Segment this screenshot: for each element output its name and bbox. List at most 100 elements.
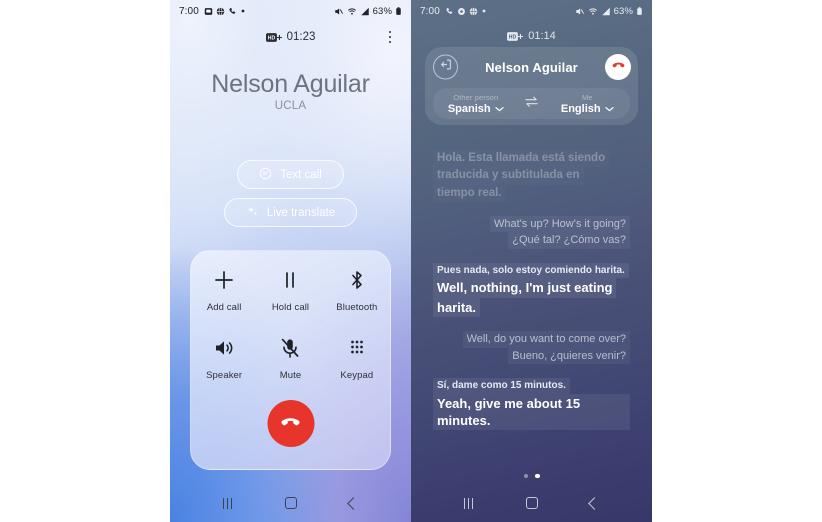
transcript-source-line: Hola. Esta llamada está siendo <box>433 150 609 167</box>
right-call-duration-row: HD 01:14 <box>411 26 652 46</box>
speaker-button[interactable]: Speaker <box>191 335 257 381</box>
text-call-button[interactable]: Text call <box>237 160 344 189</box>
plus-icon <box>212 267 236 293</box>
caller-name: Nelson Aguilar <box>211 70 370 98</box>
transcript-source-line: Well, do you want to come over? <box>462 330 630 348</box>
transcript-entry: Pues nada, solo estoy comiendo harita. W… <box>433 263 630 317</box>
status-time: 7:00 <box>179 5 199 17</box>
translate-header-row: Nelson Aguilar <box>425 47 638 87</box>
left-android-nav-bar <box>170 484 411 522</box>
mute-button[interactable]: Mute <box>257 335 323 381</box>
transcript-entry: Sí, dame como 15 minutos. Yeah, give me … <box>433 378 630 431</box>
page-indicator[interactable] <box>411 473 652 478</box>
back-button[interactable] <box>339 488 369 518</box>
svg-text:HD: HD <box>509 34 517 40</box>
call-duration: 01:23 <box>286 31 316 43</box>
end-call-button[interactable] <box>267 400 314 447</box>
speaker-icon <box>212 335 236 361</box>
wifi-icon <box>347 7 357 16</box>
page-dot[interactable] <box>523 473 528 478</box>
translation-transcript[interactable]: Hola. Esta llamada está siendo traducida… <box>411 136 652 462</box>
end-call-button[interactable] <box>605 54 631 80</box>
swap-languages-button[interactable] <box>519 95 545 113</box>
transcript-entry: Well, do you want to come over? Bueno, ¿… <box>433 330 630 365</box>
dot-icon <box>240 8 246 14</box>
call-action-buttons: Text call Live translate <box>170 160 411 227</box>
sim-card-icon <box>204 7 213 16</box>
battery-icon <box>395 6 402 16</box>
add-call-label: Add call <box>206 302 242 313</box>
phone-icon <box>228 7 237 16</box>
bluetooth-label: Bluetooth <box>336 302 378 313</box>
live-translate-button[interactable]: Live translate <box>223 198 358 227</box>
recents-button[interactable] <box>213 488 243 518</box>
wifi-icon <box>588 7 598 16</box>
speaker-label: Speaker <box>206 370 243 381</box>
home-button[interactable] <box>517 488 547 518</box>
back-button[interactable] <box>580 488 610 518</box>
call-controls-grid: Add call Hold call Bluetooth Speaker Mut… <box>191 267 390 381</box>
other-person-language-selector[interactable]: Other person Spanish <box>433 93 519 115</box>
transcript-spacer <box>433 317 630 331</box>
exit-icon <box>439 58 453 77</box>
back-icon <box>347 496 360 510</box>
add-call-button[interactable]: Add call <box>191 267 257 313</box>
mute-label: Mute <box>279 370 302 381</box>
recents-icon <box>222 497 233 509</box>
end-call-icon <box>610 56 627 78</box>
recents-button[interactable] <box>454 488 484 518</box>
page-dot-active[interactable] <box>535 473 540 478</box>
other-language-text: Spanish <box>447 102 491 115</box>
live-translate-label: Live translate <box>266 206 336 219</box>
transcript-source-line: traducida y subtitulada en <box>433 167 584 184</box>
globe-icon <box>216 6 225 16</box>
left-call-duration-row: HD 01:23 <box>170 26 411 48</box>
transcript-spacer <box>433 364 630 378</box>
battery-level: 63% <box>613 5 633 17</box>
left-status-bar: 7:00 63% <box>170 0 411 22</box>
right-android-nav-bar <box>411 484 652 522</box>
transcript-translation-line: Bueno, ¿quieres venir? <box>508 347 630 365</box>
chevron-down-icon <box>604 103 614 115</box>
transcript-translation-line: ¿Qué tal? ¿Cómo vas? <box>508 232 630 250</box>
keypad-label: Keypad <box>340 370 374 381</box>
kebab-dot <box>388 30 392 34</box>
home-icon <box>284 497 297 509</box>
call-duration: 01:14 <box>528 30 556 42</box>
hold-call-button[interactable]: Hold call <box>257 267 323 313</box>
text-call-label: Text call <box>280 168 322 181</box>
left-phone-screen: 7:00 63% HD 01:23 Nelson Aguilar UCLA Te… <box>170 0 411 522</box>
transcript-source-line: Sí, dame como 15 minutos. <box>433 378 570 394</box>
keypad-button[interactable]: Keypad <box>324 335 390 381</box>
gear-icon <box>457 7 466 16</box>
my-language-value: English <box>561 103 614 115</box>
transcript-translation-line: Yeah, give me about 15 minutes. <box>433 393 630 431</box>
recents-icon <box>463 497 474 509</box>
bluetooth-button[interactable]: Bluetooth <box>324 267 390 313</box>
translate-caller-name: Nelson Aguilar <box>485 59 578 75</box>
hd-plus-badge: HD <box>507 31 524 42</box>
bluetooth-icon <box>345 267 369 293</box>
pause-icon <box>278 267 302 293</box>
mic-muted-icon <box>278 335 302 361</box>
mute-slash-icon <box>334 7 344 16</box>
transcript-entry: What's up? How's it going? ¿Qué tal? ¿Có… <box>433 215 630 250</box>
my-language-selector[interactable]: Me English <box>545 93 631 115</box>
right-translate-screen: 7:00 63% HD 01:14 Nelson Aguilar Other p… <box>411 0 652 522</box>
translate-header-card: Nelson Aguilar Other person Spanish Me E… <box>425 47 638 125</box>
right-status-bar: 7:00 63% <box>411 0 652 22</box>
battery-icon <box>636 6 643 16</box>
language-selector-bar: Other person Spanish Me English <box>433 88 630 119</box>
transcript-spacer <box>433 249 630 263</box>
hd-plus-badge: HD <box>265 32 282 43</box>
me-caption: Me <box>581 92 593 102</box>
exit-button[interactable] <box>433 54 458 80</box>
home-button[interactable] <box>276 488 306 518</box>
more-options-button[interactable] <box>383 27 397 47</box>
transcript-spacer <box>433 202 630 216</box>
transcript-source-line: What's up? How's it going? <box>490 215 630 233</box>
kebab-dot <box>388 35 392 39</box>
transcript-source-line: Pues nada, solo estoy comiendo harita. <box>433 263 629 279</box>
kebab-dot <box>388 40 392 44</box>
mute-slash-icon <box>575 7 585 16</box>
